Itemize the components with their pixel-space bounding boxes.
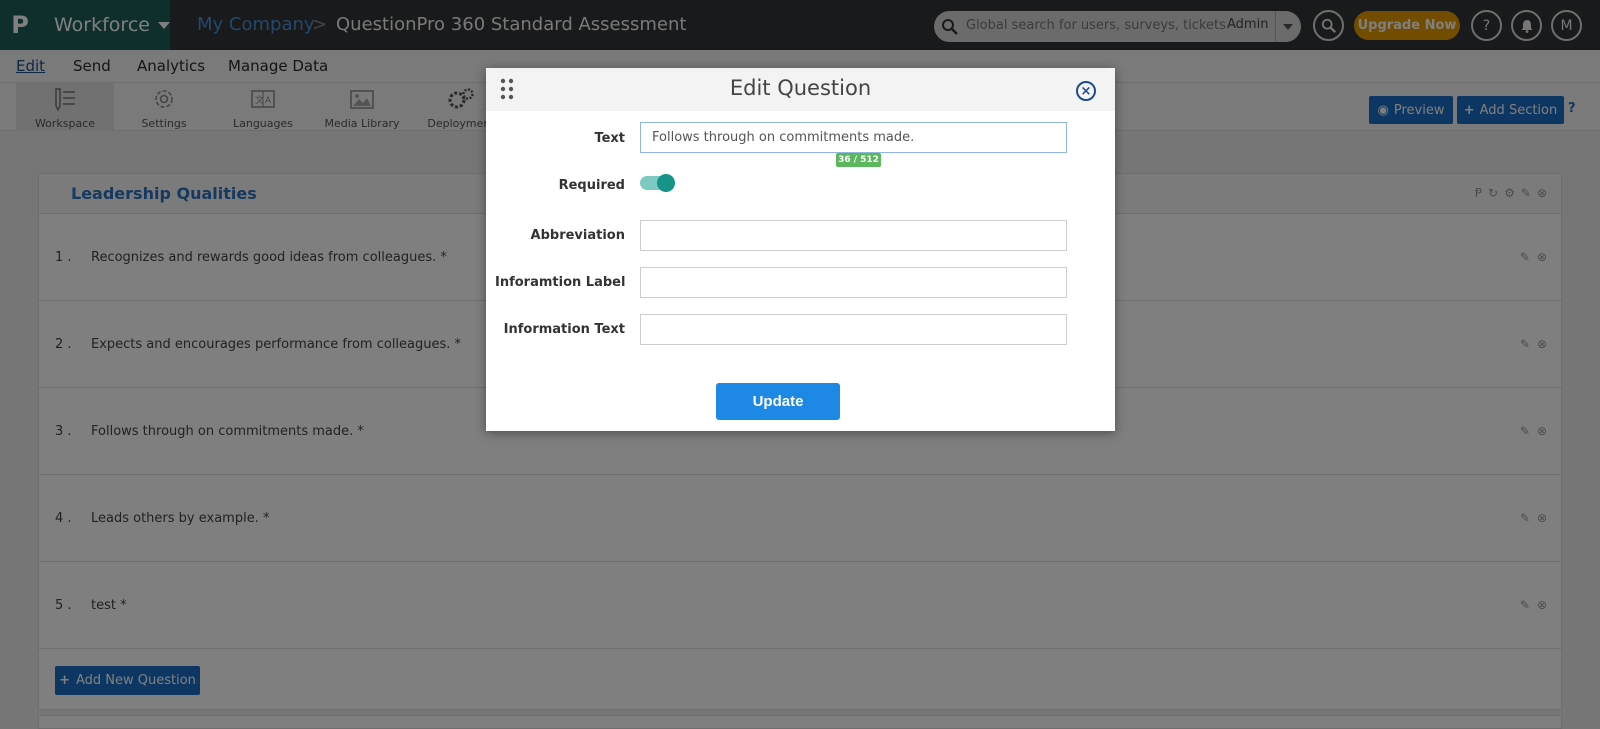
information-label-label: Inforamtion Label [495, 275, 626, 290]
question-text-input[interactable] [640, 122, 1067, 153]
required-label: Required [558, 178, 625, 193]
char-counter-badge: 36 / 512 [836, 153, 881, 167]
required-toggle[interactable] [640, 174, 675, 192]
text-label: Text [594, 131, 625, 146]
update-button[interactable]: Update [716, 383, 840, 420]
edit-question-dialog: Edit Question × Text 36 / 512 Required A… [486, 68, 1115, 431]
close-icon[interactable]: × [1076, 81, 1096, 101]
information-text-input[interactable] [640, 314, 1067, 345]
dialog-title: Edit Question [729, 76, 872, 100]
information-text-label: Information Text [503, 322, 625, 337]
information-label-input[interactable] [640, 267, 1067, 298]
dialog-header: Edit Question × [486, 68, 1115, 111]
abbreviation-input[interactable] [640, 220, 1067, 251]
toggle-knob [657, 174, 675, 192]
abbreviation-label: Abbreviation [530, 228, 625, 243]
